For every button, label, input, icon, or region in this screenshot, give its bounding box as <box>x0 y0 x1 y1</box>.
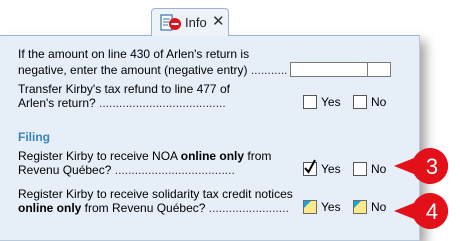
q3-text-post: from <box>244 149 272 163</box>
document-stop-icon <box>160 14 181 31</box>
q4-text-bold: online only <box>18 201 82 215</box>
q3-text-bold: online only <box>180 149 245 163</box>
q2-yes-checkbox[interactable] <box>303 95 317 109</box>
q4-yes-label: Yes <box>321 200 341 214</box>
q1-label: negative, enter the amount (negative ent… <box>18 63 248 77</box>
callout-badge-3: 3 <box>394 148 449 184</box>
q4-text-line1: Register Kirby to receive solidarity tax… <box>18 187 293 201</box>
q3-leader-dots: .................................... <box>114 163 235 177</box>
tab-label: Info <box>185 15 207 30</box>
tab-info[interactable]: Info ✕ <box>151 8 229 36</box>
close-icon[interactable]: ✕ <box>212 12 225 30</box>
q4-text-post: from Revenu Québec? <box>81 201 206 215</box>
q3-yes-checkbox[interactable] <box>303 159 317 176</box>
q2-no-checkbox[interactable] <box>353 95 367 109</box>
q4-no-label: No <box>371 200 387 214</box>
checkmark-icon <box>304 159 316 174</box>
callout-number-4: 4 <box>426 199 438 224</box>
section-title-filing: Filing <box>18 130 50 144</box>
q2-label: Arlen's return? <box>18 96 96 110</box>
q4-yes-checkbox[interactable] <box>303 200 317 214</box>
q3-text-pre: Register Kirby to receive NOA <box>18 149 181 163</box>
q3-text-line2: Revenu Québec? .........................… <box>18 163 235 178</box>
cents-separator <box>367 63 368 76</box>
callout-number-3: 3 <box>426 154 438 179</box>
q4-no-checkbox[interactable] <box>353 200 367 214</box>
q3-text-line1: Register Kirby to receive NOA online onl… <box>18 149 271 164</box>
q2-no-label: No <box>371 95 387 109</box>
q2-text-line2: Arlen's return? ........................… <box>18 96 226 111</box>
q4-text-line2: online only from Revenu Québec? ........… <box>18 201 289 216</box>
q2-leader-dots: ...................................... <box>99 96 226 110</box>
q3-yes-label: Yes <box>321 162 341 176</box>
line-430-amount-input[interactable] <box>290 62 391 77</box>
q3-label: Revenu Québec? <box>18 163 112 177</box>
q2-text-line1: Transfer Kirby's tax refund to line 477 … <box>18 82 230 96</box>
callout-badge-4: 4 <box>394 193 449 229</box>
q2-yes-label: Yes <box>321 95 341 109</box>
q3-no-checkbox[interactable] <box>353 162 367 176</box>
q4-leader-dots: ........................ <box>208 201 289 215</box>
q1-text-line2: negative, enter the amount (negative ent… <box>18 63 288 78</box>
q1-leader-dots: ........... <box>250 63 288 77</box>
q3-no-label: No <box>371 162 387 176</box>
q1-text-line1: If the amount on line 430 of Arlen's ret… <box>18 47 250 61</box>
